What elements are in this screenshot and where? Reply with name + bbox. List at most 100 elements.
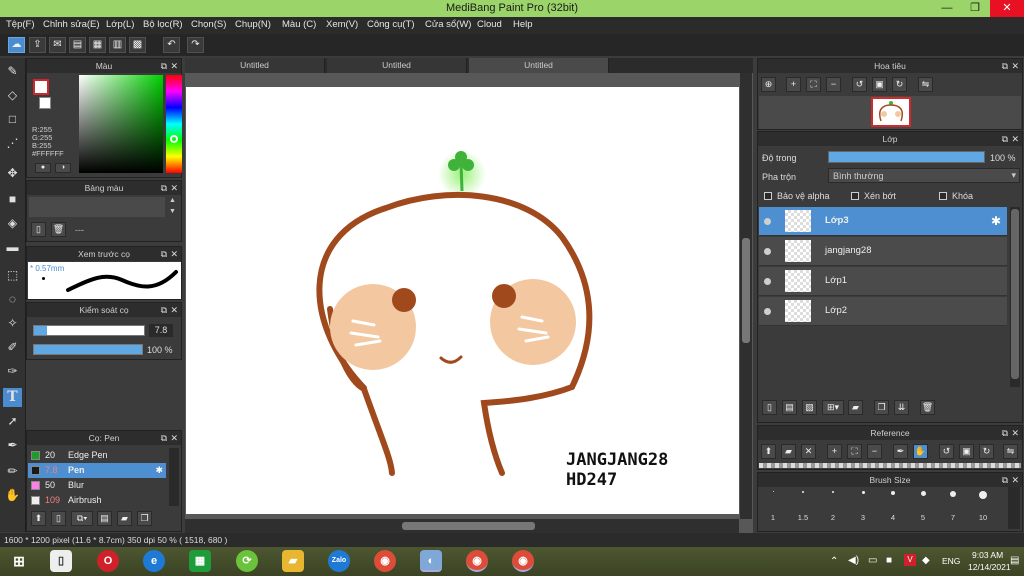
rotate-right-icon[interactable]: ↻ — [892, 77, 907, 92]
maximize-button[interactable]: ❐ — [961, 0, 989, 17]
panel-close-icon[interactable]: ✕ — [1011, 426, 1019, 440]
reference-open-icon[interactable]: ▰ — [781, 444, 796, 459]
menu-filter[interactable]: Bộ lọc(R) — [143, 19, 183, 30]
medibang-icon[interactable]: ◐ — [420, 550, 442, 572]
brush-settings-gear-icon[interactable]: ✱ — [155, 463, 163, 478]
reference-zoom-out-icon[interactable]: − — [867, 444, 882, 459]
text-tool-icon[interactable]: T — [3, 388, 22, 407]
network-icon[interactable]: ▭ — [868, 555, 877, 566]
redo-icon[interactable]: ↷ — [187, 37, 204, 53]
copy-brush-icon[interactable]: ⧉▾ — [71, 511, 93, 526]
fill-rect-tool-icon[interactable]: ■ — [3, 190, 22, 209]
layer-opacity-slider[interactable] — [828, 151, 985, 163]
add-brush-icon[interactable]: ⬆ — [31, 511, 46, 526]
rotate-left-icon[interactable]: ↺ — [852, 77, 867, 92]
reference-eyedropper-icon[interactable]: ✒ — [893, 444, 908, 459]
tab-untitled-1[interactable]: Untitled — [185, 58, 325, 73]
color-mode-icon[interactable]: ● — [35, 163, 51, 173]
menu-edit[interactable]: Chỉnh sửa(E) — [43, 19, 100, 30]
actual-size-icon[interactable]: ⛶ — [806, 77, 821, 92]
folder-icon[interactable]: ▰ — [282, 550, 304, 572]
notification-icon[interactable]: ▤ — [1010, 555, 1019, 566]
vertical-scroll-thumb[interactable] — [742, 238, 750, 343]
share-icon[interactable]: ⇪ — [29, 37, 46, 53]
minimize-button[interactable]: — — [933, 0, 961, 17]
brush-size-cell[interactable]: 4 — [878, 485, 908, 525]
palette-swatch-area[interactable] — [29, 197, 165, 217]
eyedropper-tool-icon[interactable]: ✒ — [3, 436, 22, 455]
undock-icon[interactable]: ⧉ — [1002, 132, 1008, 146]
layer-list-scrollbar[interactable] — [1010, 207, 1020, 387]
undock-icon[interactable]: ⧉ — [161, 303, 167, 317]
brush-list-scrollbar[interactable] — [169, 448, 179, 506]
menu-help[interactable]: Help — [513, 19, 533, 30]
layer-row[interactable]: Lớp2 — [759, 297, 1007, 326]
tile-icon[interactable]: ▩ — [129, 37, 146, 53]
visibility-eye-icon[interactable] — [764, 308, 771, 315]
comment-icon[interactable]: ✉ — [49, 37, 66, 53]
reference-rotate-left-icon[interactable]: ↺ — [939, 444, 954, 459]
new-halftone-layer-icon[interactable]: ▤ — [782, 400, 797, 415]
merge-layer-icon[interactable]: ⇊ — [894, 400, 909, 415]
layer-settings-gear-icon[interactable]: ✱ — [991, 214, 1001, 228]
layer-scroll-thumb[interactable] — [1011, 209, 1019, 379]
palette-scroll-up-icon[interactable]: ▲ — [169, 197, 176, 204]
panel-close-icon[interactable]: ✕ — [170, 431, 178, 445]
panel-close-icon[interactable]: ✕ — [1011, 132, 1019, 146]
app-icon[interactable]: ⟳ — [236, 550, 258, 572]
clipping-checkbox[interactable] — [851, 192, 859, 200]
reference-hand-icon[interactable]: ✋ — [913, 444, 928, 459]
menu-view[interactable]: Xem(V) — [326, 19, 358, 30]
cloud-icon[interactable]: ☁ — [8, 37, 25, 53]
zoom-out-icon[interactable]: − — [826, 77, 841, 92]
gradient-tool-icon[interactable]: ▬ — [3, 238, 22, 257]
rect-tool-icon[interactable]: □ — [3, 110, 22, 129]
panel-close-icon[interactable]: ✕ — [1011, 473, 1019, 487]
panel-close-icon[interactable]: ✕ — [1011, 59, 1019, 73]
undock-icon[interactable]: ⧉ — [1002, 473, 1008, 487]
menu-color[interactable]: Màu (C) — [282, 19, 316, 30]
windows-start-icon[interactable]: ⊞ — [8, 550, 30, 572]
eraser-tool-icon[interactable]: ◇ — [3, 86, 22, 105]
reference-rotate-right-icon[interactable]: ↻ — [979, 444, 994, 459]
zoom-in-icon[interactable]: + — [786, 77, 801, 92]
menu-file[interactable]: Tệp(F) — [6, 19, 35, 30]
visibility-eye-icon[interactable] — [764, 278, 771, 285]
visibility-eye-icon[interactable] — [764, 218, 771, 225]
tray-app-icon[interactable]: ■ — [886, 555, 892, 566]
undock-icon[interactable]: ⧉ — [1002, 59, 1008, 73]
menu-capture[interactable]: Chụp(N) — [235, 19, 271, 30]
brush-item-selected[interactable]: 7.8 Pen ✱ — [28, 463, 166, 478]
undock-icon[interactable]: ⧉ — [161, 59, 167, 73]
brush-settings-icon[interactable]: ▤ — [97, 511, 112, 526]
new-brush-icon[interactable]: ▯ — [51, 511, 66, 526]
layer-row[interactable]: jangjang28 — [759, 237, 1007, 266]
brush-item[interactable]: 20 Edge Pen — [28, 448, 166, 463]
clock-time[interactable]: 9:03 AM — [972, 550, 1003, 560]
protect-alpha-checkbox[interactable] — [764, 192, 772, 200]
panel-close-icon[interactable]: ✕ — [170, 59, 178, 73]
brush-size-cell[interactable]: 5 — [908, 485, 938, 525]
flip-icon[interactable]: ⇋ — [918, 77, 933, 92]
brush-size-cell[interactable]: 1 — [758, 485, 788, 525]
vietkey-icon[interactable]: V — [904, 554, 916, 566]
tray-chevron-icon[interactable]: ⌃ — [830, 556, 838, 567]
brush-size-cell[interactable]: 1.5 — [788, 485, 818, 525]
lock-checkbox[interactable] — [939, 192, 947, 200]
opera-icon[interactable]: O — [97, 550, 119, 572]
lasso-tool-icon[interactable]: ◌ — [3, 290, 22, 309]
tab-untitled-3[interactable]: Untitled — [469, 58, 609, 73]
reference-upload-icon[interactable]: ⬆ — [761, 444, 776, 459]
brush-size-cell[interactable]: 10 — [968, 485, 998, 525]
reference-flip-icon[interactable]: ⇋ — [1003, 444, 1018, 459]
file-icon[interactable]: ▯ — [50, 550, 72, 572]
horizontal-scroll-thumb[interactable] — [402, 522, 535, 530]
background-color-swatch[interactable] — [39, 97, 51, 109]
brush-size-scrollbar[interactable] — [1008, 487, 1020, 529]
tab-untitled-2[interactable]: Untitled — [327, 58, 467, 73]
undock-icon[interactable]: ⧉ — [1002, 426, 1008, 440]
brush-opacity-slider[interactable] — [33, 344, 143, 355]
visibility-eye-icon[interactable] — [764, 248, 771, 255]
drawing-canvas[interactable]: JANGJANG28 HD247 — [186, 87, 739, 514]
hue-cursor[interactable] — [170, 135, 178, 143]
